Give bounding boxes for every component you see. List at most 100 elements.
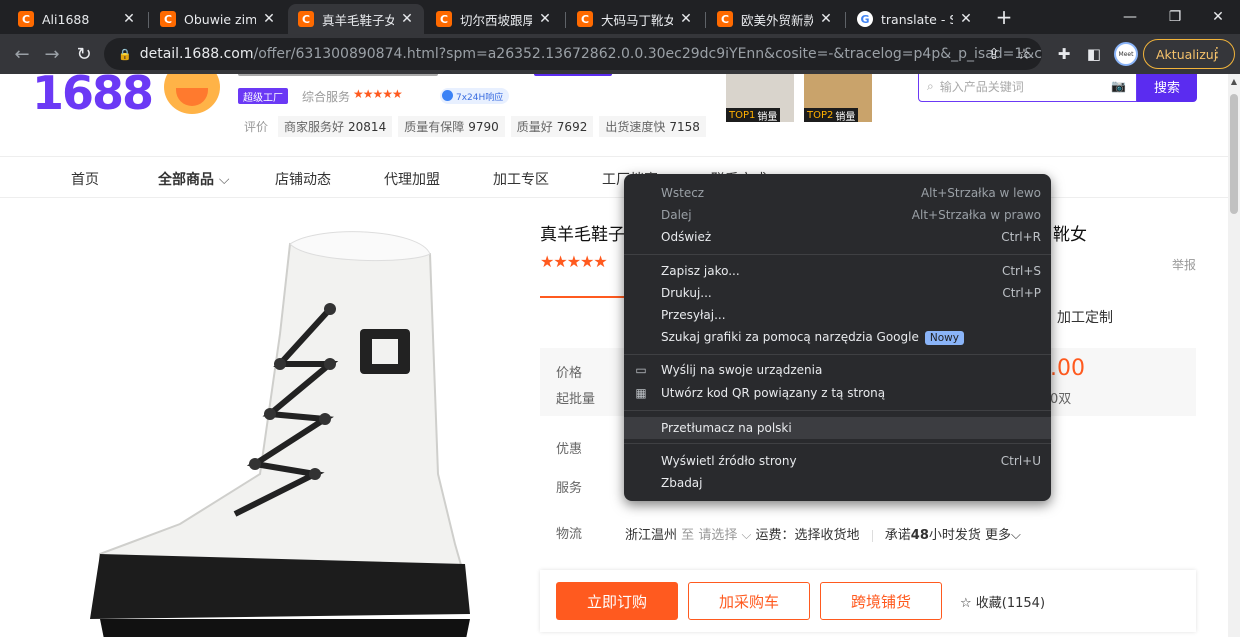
close-icon[interactable]: ✕ xyxy=(260,11,278,27)
bookmark-star-icon[interactable]: ☆ xyxy=(1012,42,1036,66)
shop-metrics: 评价 商家服务好 20814 质量有保障 9790 质量好 7692 出货速度快 715… xyxy=(240,116,706,137)
tab-separator xyxy=(705,12,706,28)
service-label: 服务 xyxy=(556,481,583,496)
tab-title: 大码马丁靴女2 xyxy=(601,12,673,28)
star-icon: ☆ xyxy=(960,596,972,611)
scrollbar-thumb[interactable] xyxy=(1230,94,1238,214)
close-icon[interactable]: ✕ xyxy=(957,11,975,27)
top-tag: TOP2 销量 xyxy=(804,108,859,123)
super-factory-badge: 超级工厂 xyxy=(238,88,288,104)
tab-obuwie[interactable]: C Obuwie zimow ✕ xyxy=(150,4,286,34)
menu-item-save-as[interactable]: Zapisz jako... Ctrl+S xyxy=(624,260,1051,282)
metric: 商家服务好 20814 xyxy=(278,116,393,137)
close-icon[interactable]: ✕ xyxy=(536,11,554,27)
menu-separator xyxy=(624,354,1051,355)
close-icon[interactable]: ✕ xyxy=(120,11,138,27)
menu-item-google-lens[interactable]: Szukaj grafiki za pomocą narzędzia Googl… xyxy=(624,326,1051,348)
search-input[interactable]: ⌕ 输入产品关键词 📷 xyxy=(918,74,1137,102)
destination-select[interactable]: 请选择 ⌵ xyxy=(698,528,751,543)
1688-icon: C xyxy=(577,11,593,27)
close-icon[interactable]: ✕ xyxy=(398,11,416,27)
share-icon[interactable]: ⇪ xyxy=(982,42,1006,66)
extensions-icon[interactable]: ✚ xyxy=(1052,42,1076,66)
tab-active[interactable]: C 真羊毛鞋子女2 ✕ xyxy=(288,4,424,34)
update-label: Aktualizuj xyxy=(1156,46,1218,62)
product-rating-stars: ★★★★★ xyxy=(540,252,608,271)
menu-item-cast[interactable]: Przesyłaj... xyxy=(624,304,1051,326)
shop-name[interactable] xyxy=(238,74,438,76)
logistics-info: 浙江温州 至 请选择 ⌵ 运费：选择收货地 承诺48小时发货 更多⌵ xyxy=(625,524,1021,543)
menu-item-inspect[interactable]: Zbadaj xyxy=(624,472,1051,494)
rating-label: 评价 xyxy=(244,120,269,134)
product-image[interactable] xyxy=(60,224,490,637)
qr-code-icon: ▦ xyxy=(635,386,647,400)
site-logo[interactable]: 1688 xyxy=(32,74,154,120)
menu-item-qr-code[interactable]: ▦ Utwórz kod QR powiązany z tą stroną xyxy=(624,382,1051,404)
menu-item-view-source[interactable]: Wyświetl źródło strony Ctrl+U xyxy=(624,450,1051,472)
price-label: 价格 xyxy=(556,366,583,381)
menu-item-send-to-devices[interactable]: ▭ Wyślij na swoje urządzenia xyxy=(624,359,1051,381)
tab-ali1688[interactable]: C Ali1688 ✕ xyxy=(8,4,146,34)
menu-item-back[interactable]: Wstecz Alt+Strzałka w lewo xyxy=(624,182,1051,204)
shop-banner-button[interactable] xyxy=(534,74,612,76)
close-icon[interactable]: ✕ xyxy=(677,11,695,27)
side-panel-icon[interactable]: ◧ xyxy=(1082,42,1106,66)
product-title: 真羊毛鞋子 xyxy=(540,225,625,245)
close-icon[interactable]: ✕ xyxy=(817,11,835,27)
search-button[interactable]: 搜索 xyxy=(1137,74,1197,102)
tab-title: translate - Szuk xyxy=(881,11,953,27)
nav-processing[interactable]: 加工专区 xyxy=(493,169,549,189)
menu-item-reload[interactable]: Odśwież Ctrl+R xyxy=(624,226,1051,248)
top-product-thumb[interactable]: TOP2 销量 xyxy=(804,74,872,123)
google-icon: G xyxy=(857,11,873,27)
tab-title: Ali1688 xyxy=(42,11,90,27)
tab-title: 真羊毛鞋子女2 xyxy=(322,12,394,28)
menu-item-forward[interactable]: Dalej Alt+Strzałka w prawo xyxy=(624,204,1051,226)
metric: 质量有保障 9790 xyxy=(398,116,505,137)
tab-strip: C Ali1688 ✕ C Obuwie zimow ✕ C 真羊毛鞋子女2 ✕… xyxy=(0,0,1240,34)
arrow-right-icon: → xyxy=(44,43,60,65)
add-to-cart-button[interactable]: 加采购车 xyxy=(688,582,810,620)
top-product-thumb[interactable]: TOP1 销量 xyxy=(726,74,794,123)
close-window-button[interactable]: ✕ xyxy=(1198,4,1238,30)
devices-icon: ▭ xyxy=(635,363,647,377)
tab-euro[interactable]: C 欧美外贸新款3 ✕ xyxy=(707,4,843,34)
favorite-button[interactable]: ☆ 收藏(1154) xyxy=(960,592,1045,611)
tab-separator xyxy=(845,12,846,28)
minimize-button[interactable]: — xyxy=(1110,4,1150,30)
url-path: /offer/631300890874.html?spm=a26352.1367… xyxy=(253,46,1042,62)
update-button[interactable]: Aktualizuj ⋮ xyxy=(1143,39,1235,69)
forward-button[interactable]: → xyxy=(40,42,64,66)
cross-border-button[interactable]: 跨境铺货 xyxy=(820,582,942,620)
reload-button[interactable]: ↻ xyxy=(72,42,96,66)
action-bar: 立即订购 加采购车 跨境铺货 ☆ 收藏(1154) xyxy=(540,570,1196,632)
menu-item-translate[interactable]: Przetłumacz na polski xyxy=(624,417,1051,439)
tab-chelsea[interactable]: C 切尔西坡跟厚底 ✕ xyxy=(426,4,562,34)
close-icon: ✕ xyxy=(1212,9,1224,25)
tab-separator xyxy=(565,12,566,28)
buy-now-button[interactable]: 立即订购 xyxy=(556,582,678,620)
metric: 质量好 7692 xyxy=(510,116,594,137)
tab-translate[interactable]: G translate - Szuk ✕ xyxy=(847,4,983,34)
more-link[interactable]: 更多⌵ xyxy=(985,528,1021,543)
page-scrollbar[interactable]: ▲ xyxy=(1228,74,1240,637)
back-button[interactable]: ← xyxy=(10,42,34,66)
menu-item-print[interactable]: Drukuj... Ctrl+P xyxy=(624,282,1051,304)
address-bar[interactable]: 🔒 detail.1688.com/offer/631300890874.htm… xyxy=(104,38,1042,70)
restore-button[interactable]: ❐ xyxy=(1155,4,1195,30)
new-tab-button[interactable]: + xyxy=(990,4,1018,30)
shop-avatar[interactable] xyxy=(164,74,220,114)
nav-shop-news[interactable]: 店铺动态 xyxy=(275,169,331,189)
nav-agency[interactable]: 代理加盟 xyxy=(384,169,440,189)
scroll-up-icon[interactable]: ▲ xyxy=(1230,78,1238,86)
metric: 出货速度快 7158 xyxy=(599,116,706,137)
nav-all-products[interactable]: 全部商品 ⌵ xyxy=(158,169,230,189)
report-link[interactable]: 举报 xyxy=(1172,256,1196,273)
tab-martin[interactable]: C 大码马丁靴女2 ✕ xyxy=(567,4,703,34)
nav-home[interactable]: 首页 xyxy=(71,169,99,189)
avatar[interactable]: Meet xyxy=(1114,42,1138,66)
tab-title: 切尔西坡跟厚底 xyxy=(460,12,532,28)
more-vert-icon[interactable]: ⋮ xyxy=(1210,45,1224,61)
camera-icon[interactable]: 📷 xyxy=(1111,79,1126,93)
tab-custom-processing[interactable]: 加工定制 xyxy=(1057,307,1113,327)
